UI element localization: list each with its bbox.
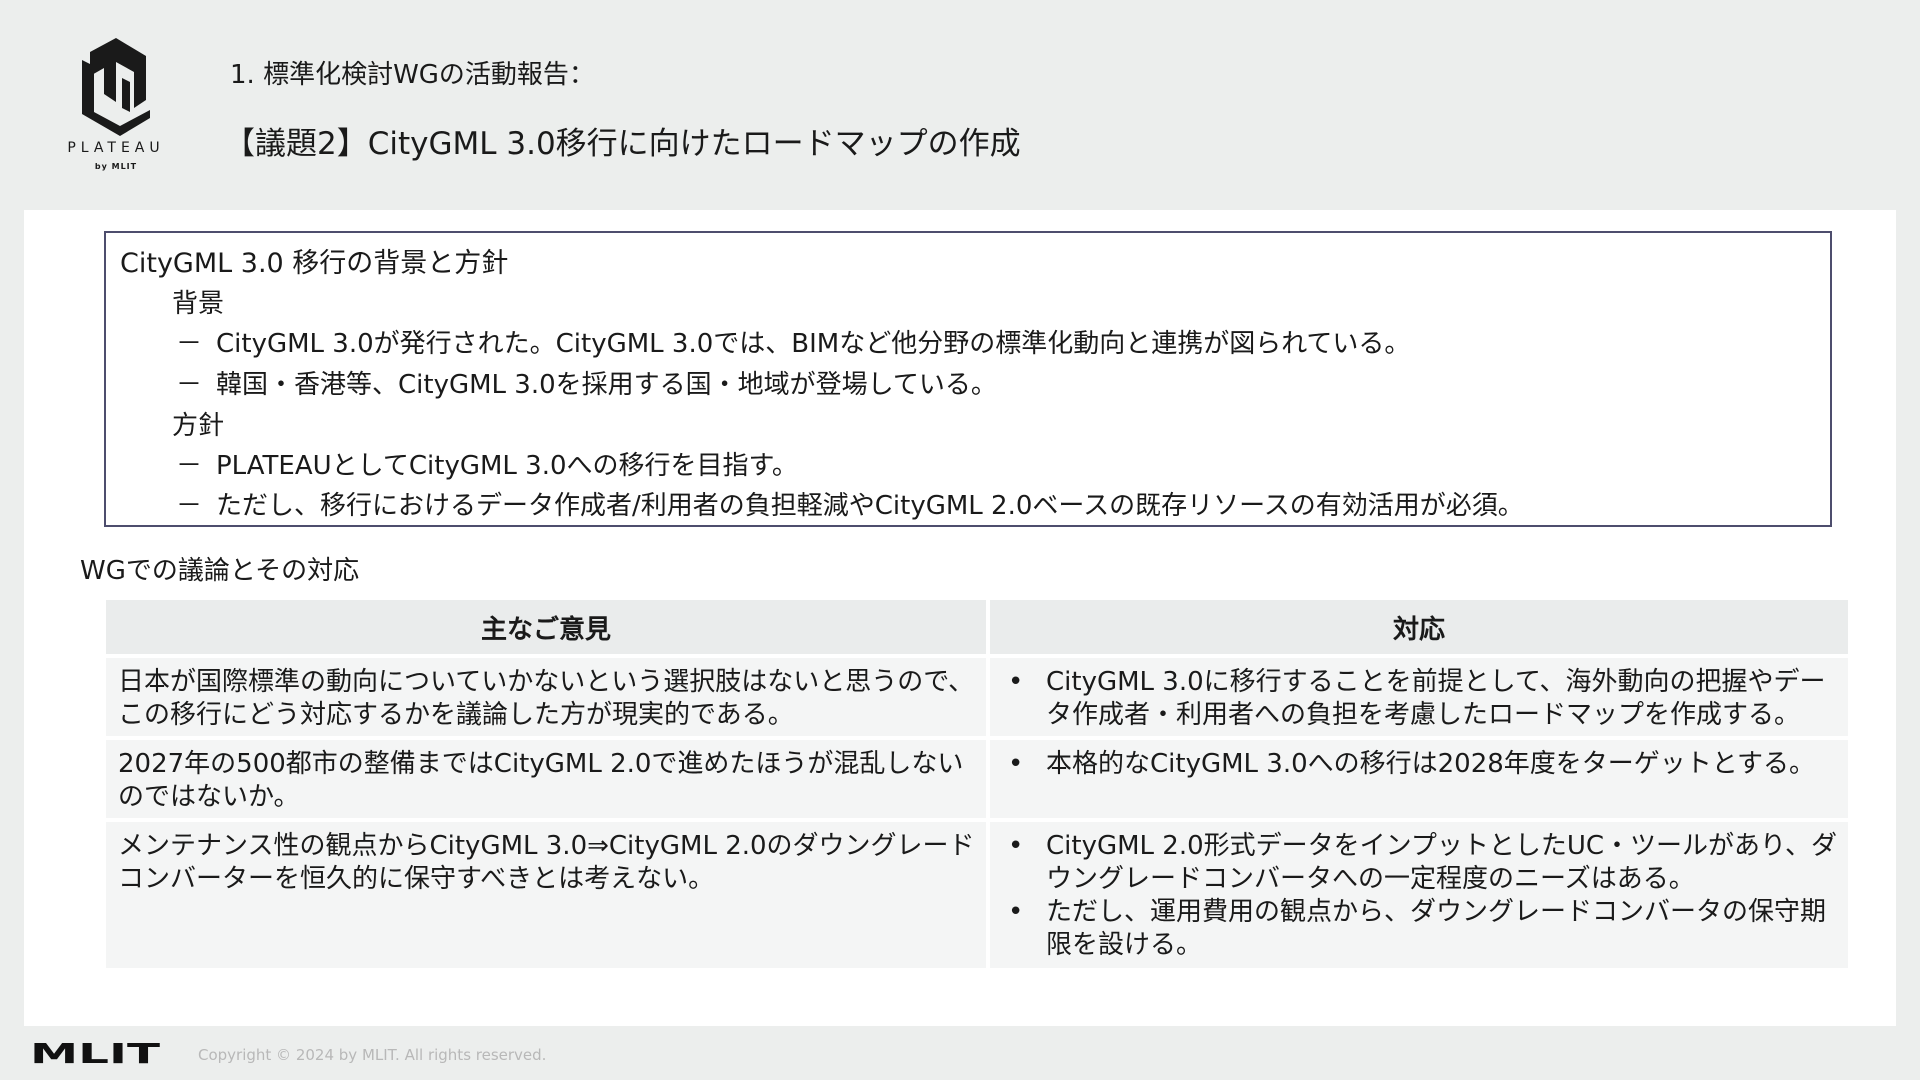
column-header-responses: 対応 <box>990 600 1848 654</box>
mlit-logo-text: MLIT <box>30 1040 160 1066</box>
table-row: 日本が国際標準の動向についていかないという選択肢はないと思うので、この移行にどう… <box>106 658 1848 736</box>
column-header-opinions: 主なご意見 <box>106 600 986 654</box>
page-subtitle: 1. 標準化検討WGの活動報告： <box>230 60 595 90</box>
background-heading: 背景 <box>172 289 225 319</box>
policy-item: － PLATEAUとしてCityGML 3.0への移行を目指す。 <box>176 445 798 482</box>
plateau-logo: PLATEAU by MLIT <box>56 38 176 178</box>
dash-marker: － <box>176 451 203 481</box>
response-text: CityGML 3.0に移行することを前提として、海外動向の把握やデータ作成者・… <box>1046 667 1826 730</box>
policy-item-text: ただし、移行におけるデータ作成者/利用者の負担軽減やCityGML 2.0ベース… <box>216 491 1524 521</box>
logo-wordmark: PLATEAU <box>67 140 165 156</box>
opinions-table: 主なご意見 対応 日本が国際標準の動向についていかないという選択肢はないと思うの… <box>102 596 1852 972</box>
response-text: ただし、運用費用の観点から、ダウングレードコンバータの保守期限を設ける。 <box>1046 897 1827 960</box>
box-title: CityGML 3.0 移行の背景と方針 <box>120 248 509 279</box>
background-policy-box: CityGML 3.0 移行の背景と方針 背景 － CityGML 3.0が発行さ… <box>104 231 1832 527</box>
background-item: － CityGML 3.0が発行された。CityGML 3.0では、BIMなど他分… <box>176 323 1410 360</box>
opinion-cell: メンテナンス性の観点からCityGML 3.0⇒CityGML 2.0のダウング… <box>106 822 986 968</box>
bullet-marker: • <box>1008 749 1024 779</box>
bullet-marker: • <box>1008 831 1024 861</box>
response-item: • CityGML 3.0に移行することを前提として、海外動向の把握やデータ作成… <box>1002 666 1838 732</box>
response-text: CityGML 2.0形式データをインプットとしたUC・ツールがあり、ダウングレ… <box>1046 831 1838 894</box>
logo-subtext: by MLIT <box>94 162 138 171</box>
response-text: 本格的なCityGML 3.0への移行は2028年度をターゲットとする。 <box>1046 749 1816 779</box>
dash-marker: － <box>176 329 203 359</box>
policy-item-text: PLATEAUとしてCityGML 3.0への移行を目指す。 <box>216 451 798 481</box>
opinion-cell: 日本が国際標準の動向についていかないという選択肢はないと思うので、この移行にどう… <box>106 658 986 736</box>
dash-marker: － <box>176 370 203 400</box>
response-cell: • CityGML 3.0に移行することを前提として、海外動向の把握やデータ作成… <box>990 658 1848 736</box>
bullet-marker: • <box>1008 897 1024 927</box>
response-item: • 本格的なCityGML 3.0への移行は2028年度をターゲットとする。 <box>1002 748 1838 781</box>
policy-item: － ただし、移行におけるデータ作成者/利用者の負担軽減やCityGML 2.0ベー… <box>176 485 1524 522</box>
opinion-cell: 2027年の500都市の整備まではCityGML 2.0で進めたほうが混乱しない… <box>106 740 986 818</box>
background-item-text: 韓国・香港等、CityGML 3.0を採用する国・地域が登場している。 <box>216 370 997 400</box>
response-item: • CityGML 2.0形式データをインプットとしたUC・ツールがあり、ダウン… <box>1002 830 1838 896</box>
copyright-text: Copyright © 2024 by MLIT. All rights res… <box>198 1046 547 1064</box>
plateau-logo-icon <box>82 38 150 136</box>
table-row: 2027年の500都市の整備まではCityGML 2.0で進めたほうが混乱しない… <box>106 740 1848 818</box>
section-label: WGでの議論とその対応 <box>80 556 360 586</box>
policy-heading: 方針 <box>172 411 225 441</box>
bullet-marker: • <box>1008 667 1024 697</box>
mlit-logo: MLIT <box>30 1040 160 1066</box>
background-item: － 韓国・香港等、CityGML 3.0を採用する国・地域が登場している。 <box>176 364 997 401</box>
page-title: 【議題2】CityGML 3.0移行に向けたロードマップの作成 <box>224 126 1021 162</box>
response-cell: • 本格的なCityGML 3.0への移行は2028年度をターゲットとする。 <box>990 740 1848 818</box>
response-item: • ただし、運用費用の観点から、ダウングレードコンバータの保守期限を設ける。 <box>1002 896 1838 962</box>
table-row: メンテナンス性の観点からCityGML 3.0⇒CityGML 2.0のダウング… <box>106 822 1848 968</box>
dash-marker: － <box>176 491 203 521</box>
response-cell: • CityGML 2.0形式データをインプットとしたUC・ツールがあり、ダウン… <box>990 822 1848 968</box>
table-header-row: 主なご意見 対応 <box>106 600 1848 654</box>
background-item-text: CityGML 3.0が発行された。CityGML 3.0では、BIMなど他分野… <box>216 329 1411 359</box>
